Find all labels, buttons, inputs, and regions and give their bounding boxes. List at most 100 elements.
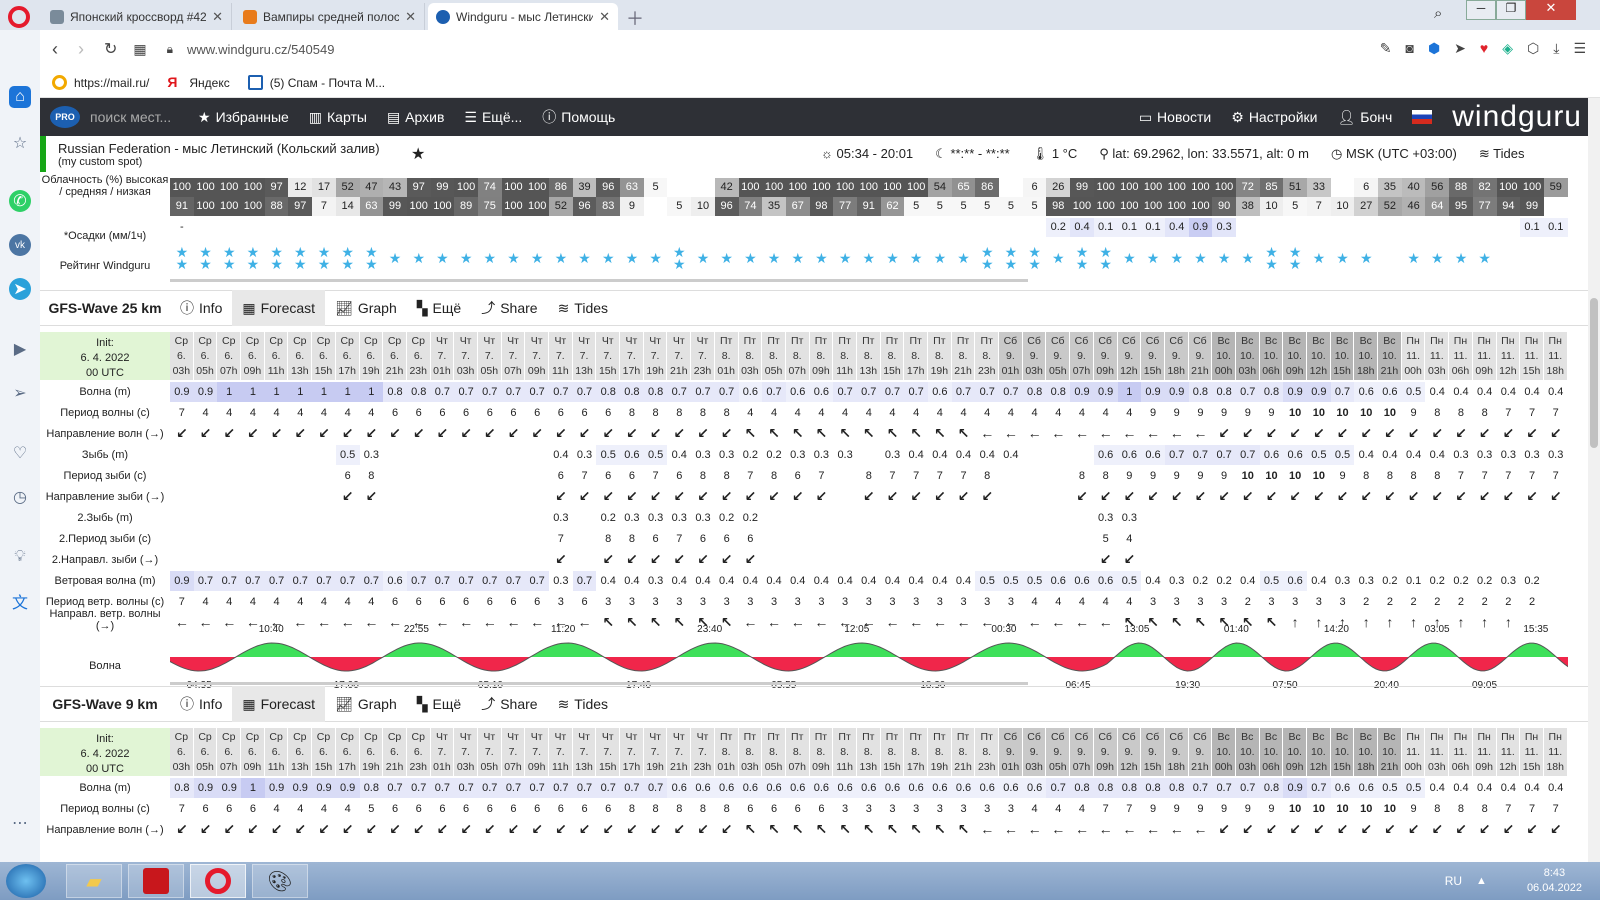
row-swell2_dir: ↙ ↙ ↙ ↙ ↙ ↙ ↙ ↙ ↙ ↙ bbox=[170, 550, 1568, 570]
vertical-scrollbar[interactable] bbox=[1588, 98, 1600, 862]
cloud-cell: 100 bbox=[880, 178, 905, 197]
paint-taskbar-icon[interactable]: 🎨︎ bbox=[252, 864, 308, 898]
heart-icon[interactable]: ♥ bbox=[1480, 40, 1488, 57]
history-icon[interactable]: ◷ bbox=[9, 486, 31, 508]
browser-tab-1[interactable]: Японский кроссворд #422 ✕ bbox=[42, 3, 232, 30]
explorer-taskbar-icon[interactable]: ▰ bbox=[66, 864, 122, 898]
cloud-cell: 10 bbox=[1330, 197, 1355, 216]
spot-search-input[interactable]: поиск мест... bbox=[90, 109, 178, 125]
cell-period: 9 bbox=[1259, 403, 1284, 423]
day-header-line: 18h bbox=[1546, 365, 1564, 377]
vk-icon[interactable]: vk bbox=[9, 234, 31, 256]
bookmark-yandex[interactable]: Я Яндекс bbox=[167, 75, 229, 90]
day-header-line: 03h bbox=[1238, 365, 1257, 377]
tab-share[interactable]: ⤴ Share bbox=[471, 686, 547, 722]
cell-swell2_dir bbox=[1497, 550, 1521, 570]
send-icon[interactable]: ➤ bbox=[1454, 40, 1466, 57]
acrobat-taskbar-icon[interactable] bbox=[128, 864, 184, 898]
russia-flag-icon[interactable] bbox=[1412, 110, 1433, 124]
edit-icon[interactable]: ✎ bbox=[1380, 40, 1392, 57]
player-icon[interactable]: ▶ bbox=[9, 338, 31, 360]
back-icon[interactable]: ‹ bbox=[52, 39, 58, 60]
rating-cell: ★ bbox=[431, 238, 455, 278]
cell-dir: ↙ bbox=[1473, 424, 1497, 444]
horizontal-scrollbar[interactable] bbox=[170, 279, 1028, 282]
home-icon[interactable]: ⌂ bbox=[9, 86, 31, 108]
tab-graph[interactable]: 📈︎ Graph bbox=[325, 290, 407, 326]
cell-dir: ↙ bbox=[1354, 820, 1378, 840]
cube-icon[interactable]: ⬡ bbox=[1527, 40, 1539, 57]
news-menu[interactable]: ▭ Новости bbox=[1139, 109, 1211, 126]
favorite-star-icon[interactable]: ★ bbox=[411, 144, 425, 164]
download-icon[interactable]: ⤓ bbox=[1553, 40, 1559, 57]
close-tab-icon[interactable]: ✕ bbox=[212, 9, 223, 25]
cell-swell2 bbox=[501, 508, 526, 528]
tab-more[interactable]: ▚ Ещё bbox=[407, 290, 471, 326]
clock[interactable]: 8:43 06.04.2022 bbox=[1527, 866, 1582, 896]
heart-icon[interactable]: ♡ bbox=[9, 442, 31, 464]
tides-link[interactable]: ≋ Tides bbox=[1479, 146, 1525, 162]
cell-wave: 0.8 bbox=[1212, 382, 1236, 402]
user-menu[interactable]: 👤︎ Бонч bbox=[1337, 109, 1392, 126]
day-header-line: Вс bbox=[1241, 335, 1254, 347]
tide-time-label: 23:40 bbox=[697, 624, 723, 635]
tab-share[interactable]: ⤴ Share bbox=[471, 290, 547, 326]
reload-icon[interactable]: ↻ bbox=[104, 39, 117, 59]
close-window-icon[interactable]: ✕ bbox=[1526, 0, 1576, 20]
browser-tab-3-active[interactable]: Windguru - мыс Летинский ✕ bbox=[428, 3, 618, 30]
bulb-icon[interactable]: 💡︎ bbox=[9, 546, 31, 568]
horizontal-scrollbar[interactable] bbox=[170, 682, 1028, 685]
search-tabs-icon[interactable]: ⌕ bbox=[1434, 5, 1442, 22]
browser-tab-2[interactable]: Вампиры средней полосы ✕ bbox=[235, 3, 425, 30]
day-header-cell: Пт 8. 23h bbox=[975, 728, 1000, 776]
forward-icon[interactable]: › bbox=[78, 39, 84, 60]
pro-badge[interactable]: PRO bbox=[50, 106, 80, 128]
minimize-icon[interactable]: ─ bbox=[1466, 0, 1496, 20]
favorites-menu[interactable]: ★ Избранные bbox=[198, 109, 289, 126]
telegram-icon[interactable]: ➤ bbox=[9, 278, 31, 300]
more-icon[interactable]: ⋯ bbox=[9, 812, 31, 834]
tab-forecast[interactable]: ▦ Forecast bbox=[232, 686, 326, 722]
camera-icon[interactable]: ◙ bbox=[1405, 40, 1413, 57]
scrollbar-thumb[interactable] bbox=[1590, 298, 1598, 448]
tab-info[interactable]: ⓘ Info bbox=[170, 290, 232, 326]
more-menu[interactable]: ☰ Ещё... bbox=[464, 109, 522, 126]
menu-icon[interactable]: ☰ bbox=[1573, 40, 1586, 57]
tabs-grid-icon[interactable]: ▦ bbox=[133, 41, 146, 58]
maps-menu[interactable]: ▥ Карты bbox=[309, 109, 367, 126]
bookmark-mailru[interactable]: https://mail.ru/ bbox=[52, 75, 149, 90]
whatsapp-icon[interactable]: ✆ bbox=[9, 190, 31, 212]
tab-graph[interactable]: 📈︎ Graph bbox=[325, 686, 407, 722]
settings-menu[interactable]: ⚙ Настройки bbox=[1231, 109, 1317, 126]
url-field[interactable]: www.windguru.cz/540549 bbox=[187, 42, 334, 57]
restore-icon[interactable]: ❐ bbox=[1496, 0, 1526, 20]
archive-menu[interactable]: ▤ Архив bbox=[387, 109, 444, 126]
tab-more[interactable]: ▚ Ещё bbox=[407, 686, 471, 722]
opera-taskbar-icon[interactable] bbox=[190, 864, 246, 898]
cell-swell2: 0.2 bbox=[714, 508, 739, 528]
help-menu[interactable]: ⓘ Помощь bbox=[542, 107, 615, 127]
tides-label: Tides bbox=[1493, 146, 1525, 161]
start-button[interactable] bbox=[6, 864, 46, 898]
flow-icon[interactable]: ➢ bbox=[9, 382, 31, 404]
tab-tides[interactable]: ≋ Tides bbox=[548, 290, 618, 326]
close-tab-icon[interactable]: ✕ bbox=[405, 9, 416, 25]
close-tab-icon[interactable]: ✕ bbox=[599, 9, 610, 25]
shield-icon[interactable]: ⬢ bbox=[1428, 40, 1440, 57]
cell-wave: 0.7 bbox=[856, 382, 881, 402]
new-tab-icon[interactable]: ＋ bbox=[626, 5, 644, 31]
bookmarks-star-icon[interactable]: ☆ bbox=[9, 132, 31, 154]
opera-logo-icon[interactable] bbox=[8, 6, 30, 28]
day-header-cell: Сб 9. 01h bbox=[999, 728, 1023, 776]
tray-arrow-icon[interactable]: ▲ bbox=[1476, 875, 1487, 887]
tab-tides[interactable]: ≋ Tides bbox=[548, 686, 618, 722]
cell-period: 8 bbox=[691, 403, 715, 423]
vpn-icon[interactable]: ◈ bbox=[1502, 40, 1513, 57]
bookmark-spam[interactable]: (5) Спам - Почта М... bbox=[247, 75, 385, 90]
language-indicator[interactable]: RU bbox=[1445, 874, 1462, 888]
tz-info[interactable]: ◷ MSK (UTC +03:00) bbox=[1331, 146, 1457, 162]
tab-forecast[interactable]: ▦ Forecast bbox=[232, 290, 326, 326]
translate-icon[interactable]: 文 bbox=[9, 590, 31, 612]
windguru-logo[interactable]: windguru bbox=[1452, 100, 1582, 134]
tab-info[interactable]: ⓘ Info bbox=[170, 686, 232, 722]
